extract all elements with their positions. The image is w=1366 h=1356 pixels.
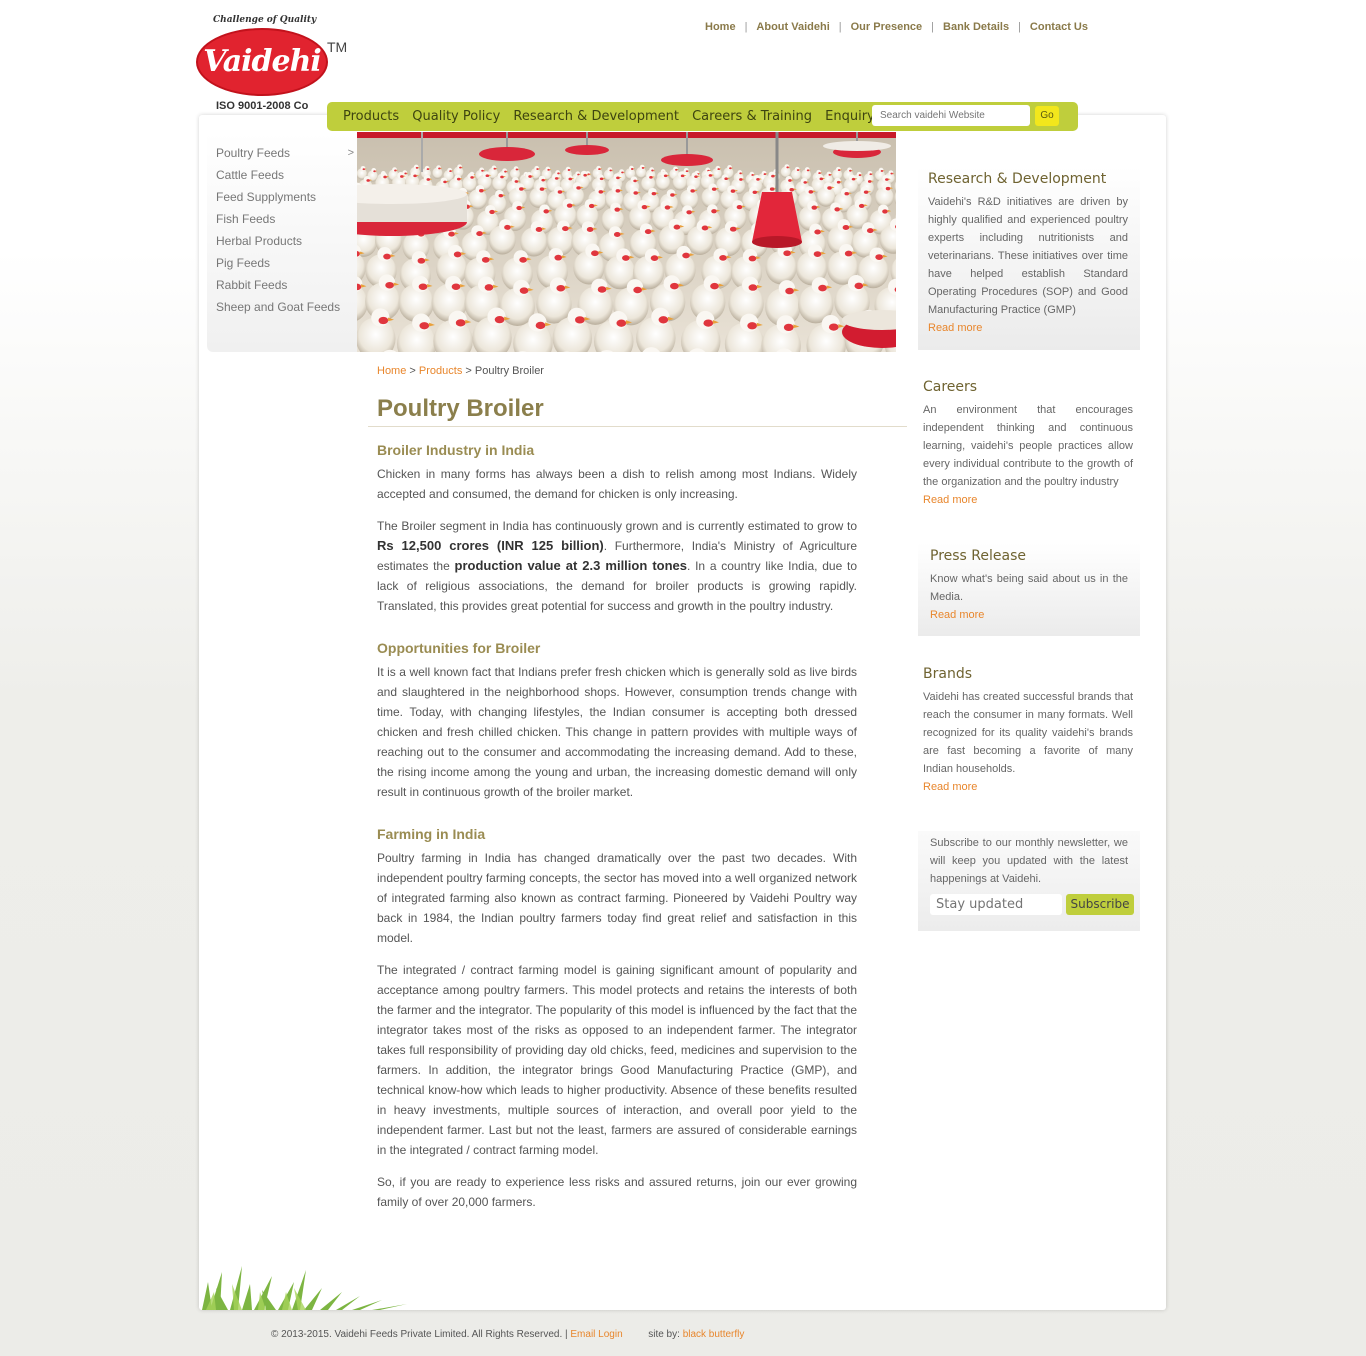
rd-read-more-link[interactable]: Read more	[928, 319, 1128, 337]
careers-box: Careers An environment that encourages i…	[923, 376, 1133, 509]
newsletter-box: Subscribe to our monthly newsletter, we …	[918, 831, 1140, 931]
search-go-button[interactable]: Go	[1035, 106, 1059, 126]
press-read-more-link[interactable]: Read more	[930, 606, 1128, 624]
logo-trademark: TM	[327, 39, 348, 55]
sidebar-item-sheep-goat-feeds[interactable]: Sheep and Goat Feeds	[216, 299, 354, 321]
brands-box: Brands Vaidehi has created successful br…	[923, 663, 1133, 796]
top-nav-about[interactable]: About Vaidehi	[756, 21, 829, 33]
grass-decoration	[202, 1262, 432, 1310]
brands-text: Vaidehi has created successful brands th…	[923, 691, 1133, 775]
nav-quality-policy[interactable]: Quality Policy	[412, 109, 500, 124]
paragraph: Chicken in many forms has always been a …	[377, 467, 857, 501]
sidebar-item-herbal-products[interactable]: Herbal Products	[216, 233, 354, 255]
rd-text: Vaidehi's R&D initiatives are driven by …	[928, 196, 1128, 316]
logo-oval: Vaidehi	[196, 28, 328, 96]
careers-text: An environment that encourages independe…	[923, 404, 1133, 488]
submenu-arrow-icon: >	[347, 147, 354, 159]
article-body: Broiler Industry in India Chicken in man…	[377, 440, 857, 1224]
vaidehi-logo[interactable]: Challenge of Quality Vaidehi TM ISO 9001…	[193, 12, 353, 117]
breadcrumb-products[interactable]: Products	[419, 365, 462, 377]
sidebar-item-feed-supplyments[interactable]: Feed Supplyments	[216, 189, 354, 211]
careers-title: Careers	[923, 379, 978, 395]
highlight-market-size: Rs 12,500 crores (INR 125 billion)	[377, 538, 604, 553]
section-heading-broiler-industry: Broiler Industry in India	[377, 442, 535, 458]
top-navigation: Home | About Vaidehi | Our Presence | Bank Det…	[705, 21, 1088, 33]
brands-title: Brands	[923, 666, 972, 682]
hero-chickens-image	[357, 132, 896, 352]
nav-products[interactable]: Products	[343, 109, 399, 124]
nav-research-development[interactable]: Research & Development	[513, 109, 679, 124]
newsletter-email-input[interactable]	[930, 894, 1062, 915]
top-nav-home[interactable]: Home	[705, 21, 736, 33]
rd-title: Research & Development	[928, 171, 1107, 187]
paragraph: So, if you are ready to experience less …	[377, 1175, 857, 1209]
breadcrumb-home[interactable]: Home	[377, 365, 406, 377]
top-nav-bank-details[interactable]: Bank Details	[943, 21, 1009, 33]
page-title: Poultry Broiler	[377, 395, 544, 422]
paragraph: It is a well known fact that Indians pre…	[377, 665, 857, 799]
section-heading-farming: Farming in India	[377, 826, 486, 842]
top-nav-contact[interactable]: Contact Us	[1030, 21, 1088, 33]
sidebar-item-rabbit-feeds[interactable]: Rabbit Feeds	[216, 277, 354, 299]
careers-read-more-link[interactable]: Read more	[923, 491, 1133, 509]
footer: © 2013-2015. Vaidehi Feeds Private Limit…	[271, 1329, 744, 1340]
nav-enquiry[interactable]: Enquiry	[825, 109, 875, 124]
site-by-label: site by:	[648, 1329, 680, 1340]
newsletter-text: Subscribe to our monthly newsletter, we …	[930, 837, 1128, 885]
breadcrumb-current: Poultry Broiler	[474, 365, 544, 377]
rd-box: Research & Development Vaidehi's R&D ini…	[918, 166, 1140, 350]
paragraph: Poultry farming in India has changed dra…	[377, 851, 857, 945]
subscribe-button[interactable]: Subscribe	[1066, 894, 1134, 915]
highlight-production-value: production value at 2.3 million tones	[454, 558, 687, 573]
nav-careers-training[interactable]: Careers & Training	[692, 109, 812, 124]
sidebar-item-fish-feeds[interactable]: Fish Feeds	[216, 211, 354, 233]
press-release-box: Press Release Know what's being said abo…	[918, 543, 1140, 636]
email-login-link[interactable]: Email Login	[570, 1329, 622, 1340]
main-navigation-bar: Products Quality Policy Research & Devel…	[327, 102, 1078, 131]
title-divider	[368, 426, 907, 427]
sidebar-item-poultry-feeds[interactable]: Poultry Feeds >	[216, 145, 354, 167]
paragraph: The integrated / contract farming model …	[377, 963, 857, 1157]
iso-certification: ISO 9001-2008 Co	[216, 100, 309, 112]
breadcrumb: Home > Products > Poultry Broiler	[377, 365, 544, 377]
brands-read-more-link[interactable]: Read more	[923, 778, 1133, 796]
search-input[interactable]	[872, 105, 1030, 126]
paragraph: The Broiler segment in India has continu…	[377, 519, 858, 613]
product-sidebar: Poultry Feeds > Cattle Feeds Feed Supplym…	[207, 132, 357, 352]
logo-wordmark: Vaidehi	[203, 44, 322, 79]
copyright-text: © 2013-2015. Vaidehi Feeds Private Limit…	[271, 1329, 568, 1340]
section-heading-opportunities: Opportunities for Broiler	[377, 640, 541, 656]
press-release-title: Press Release	[930, 548, 1026, 564]
designer-link[interactable]: black butterfly	[683, 1329, 745, 1340]
top-nav-presence[interactable]: Our Presence	[851, 21, 923, 33]
sidebar-item-pig-feeds[interactable]: Pig Feeds	[216, 255, 354, 277]
sidebar-item-cattle-feeds[interactable]: Cattle Feeds	[216, 167, 354, 189]
press-release-text: Know what's being said about us in the M…	[930, 573, 1128, 603]
logo-tagline: Challenge of Quality	[213, 15, 317, 25]
